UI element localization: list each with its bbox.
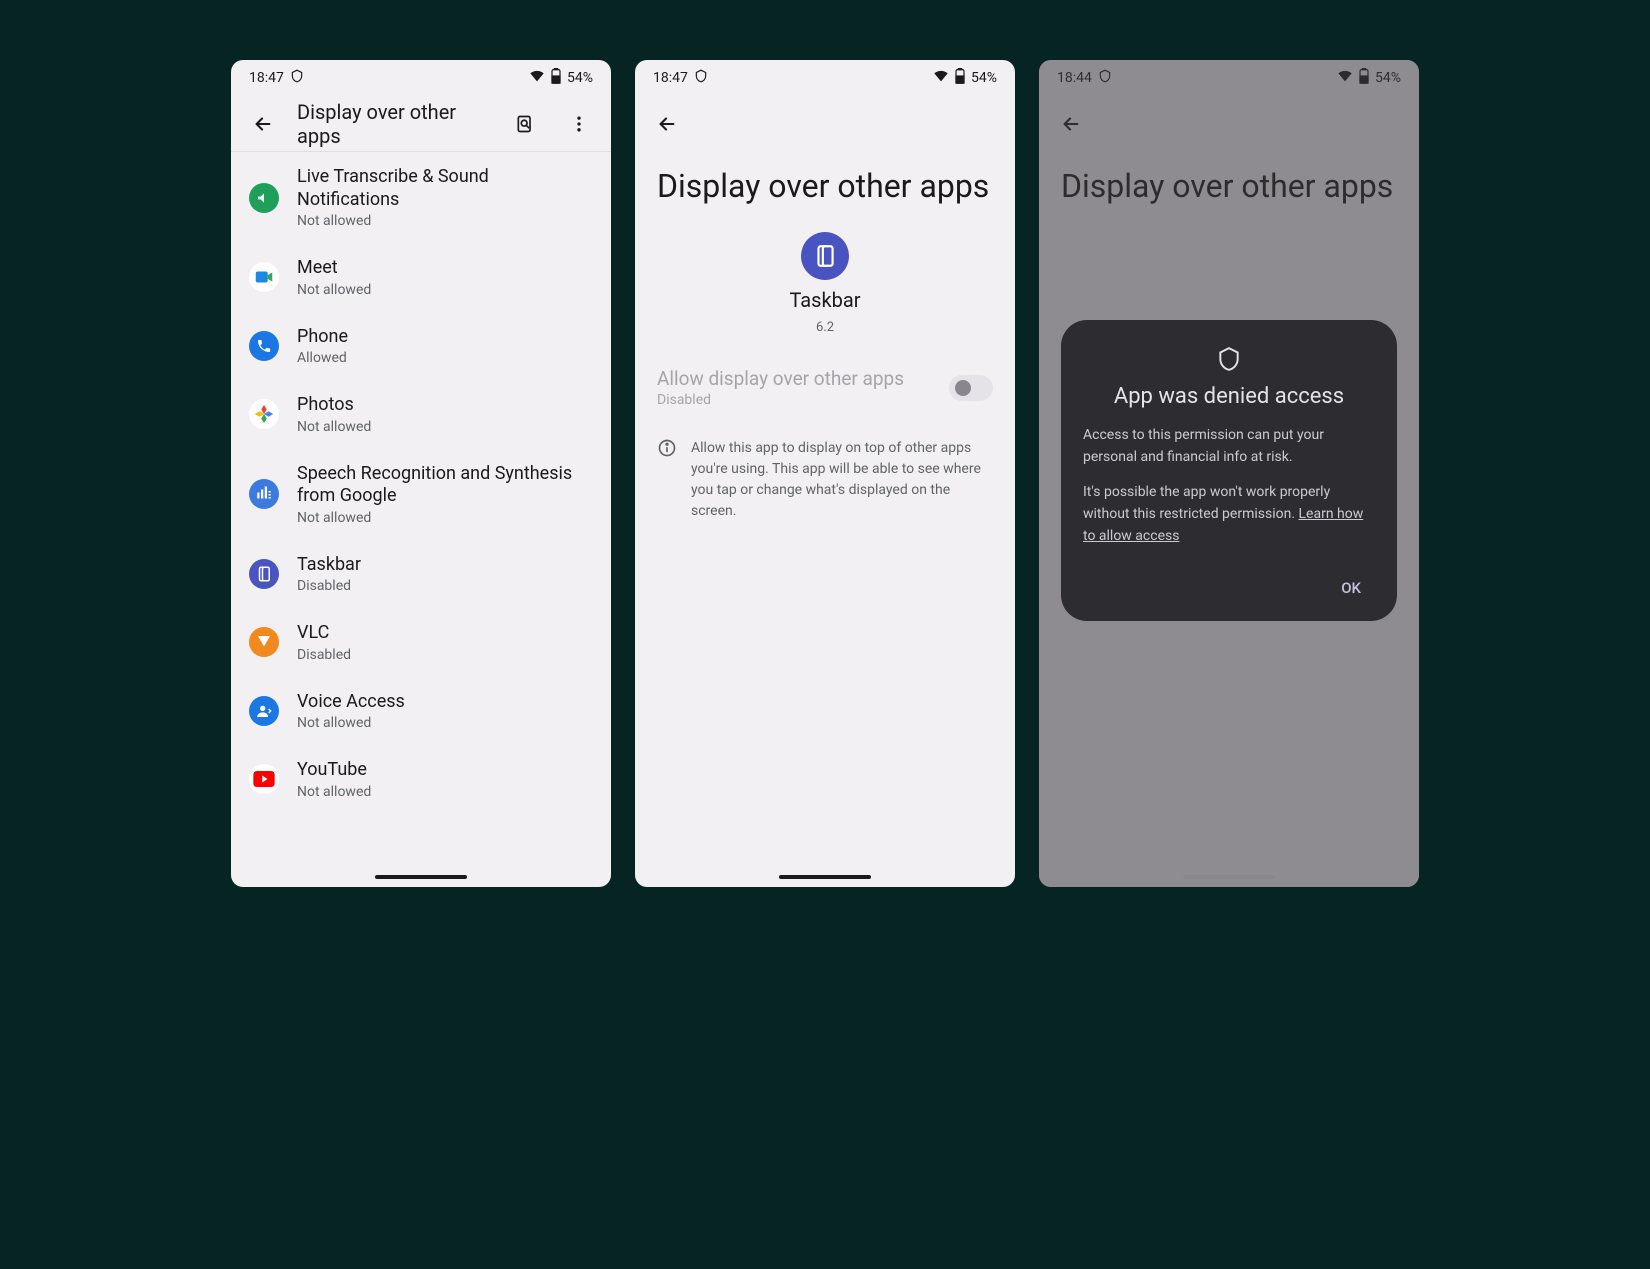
screen-dialog: 18:44 54% Display over other apps App wa… (1039, 60, 1419, 887)
dialog-body-1: Access to this permission can put your p… (1083, 425, 1375, 468)
privacy-shield-icon (1083, 346, 1375, 372)
app-list[interactable]: Live Transcribe & Sound Notifications No… (231, 152, 611, 887)
status-bar: 18:47 54% (635, 60, 1015, 96)
page-title: Display over other apps (1039, 152, 1419, 232)
dialog-body-2-text: It's possible the app won't work properl… (1083, 484, 1330, 522)
back-button[interactable] (647, 104, 687, 144)
search-button[interactable] (505, 104, 545, 144)
app-name-label: YouTube (297, 759, 593, 782)
app-status-label: Allowed (297, 350, 593, 366)
app-icon (249, 262, 279, 292)
app-status-label: Not allowed (297, 510, 593, 526)
app-status-label: Not allowed (297, 715, 593, 731)
toggle-status: Disabled (657, 392, 949, 408)
app-icon (249, 559, 279, 589)
screen-app-detail: 18:47 54% Display over other apps Taskba… (635, 60, 1015, 887)
battery-percent: 54% (971, 70, 997, 86)
status-time: 18:44 (1057, 70, 1092, 86)
nav-indicator (779, 875, 871, 879)
app-status-label: Not allowed (297, 784, 593, 800)
status-time: 18:47 (249, 70, 284, 86)
app-name: Taskbar (789, 288, 860, 312)
screen-app-list: 18:47 54% Display over other apps (231, 60, 611, 887)
ok-button[interactable]: OK (1327, 569, 1375, 607)
app-bar (1039, 96, 1419, 152)
app-row[interactable]: Phone Allowed (231, 312, 611, 381)
app-row[interactable]: Speech Recognition and Synthesis from Go… (231, 449, 611, 540)
app-name-label: Live Transcribe & Sound Notifications (297, 166, 593, 211)
app-row[interactable]: Taskbar Disabled (231, 540, 611, 609)
back-button[interactable] (243, 104, 283, 144)
status-time: 18:47 (653, 70, 688, 86)
back-button[interactable] (1051, 104, 1091, 144)
battery-percent: 54% (567, 70, 593, 86)
shield-icon (1098, 69, 1112, 87)
app-row[interactable]: VLC Disabled (231, 608, 611, 677)
status-bar: 18:47 54% (231, 60, 611, 96)
battery-icon (1359, 68, 1369, 88)
app-name-label: Voice Access (297, 691, 593, 714)
app-status-label: Not allowed (297, 419, 593, 435)
wifi-icon (933, 68, 949, 88)
app-header: Taskbar 6.2 (635, 232, 1015, 355)
app-name-label: Photos (297, 394, 593, 417)
app-bar: Display over other apps (231, 96, 611, 152)
wifi-icon (529, 68, 545, 88)
dialog-body-2: It's possible the app won't work properl… (1083, 482, 1375, 547)
dialog-title: App was denied access (1083, 384, 1375, 409)
app-row[interactable]: Meet Not allowed (231, 243, 611, 312)
app-bar (635, 96, 1015, 152)
overflow-button[interactable] (559, 104, 599, 144)
app-name-label: VLC (297, 622, 593, 645)
app-name-label: Speech Recognition and Synthesis from Go… (297, 463, 593, 508)
app-name-label: Meet (297, 257, 593, 280)
info-text: Allow this app to display on top of othe… (691, 438, 993, 522)
app-row[interactable]: Voice Access Not allowed (231, 677, 611, 746)
toggle-switch[interactable] (949, 375, 993, 401)
app-icon (249, 331, 279, 361)
shield-icon (694, 69, 708, 87)
app-status-label: Disabled (297, 578, 593, 594)
app-version: 6.2 (816, 320, 834, 335)
status-bar: 18:44 54% (1039, 60, 1419, 96)
app-icon (249, 627, 279, 657)
app-row[interactable]: Live Transcribe & Sound Notifications No… (231, 152, 611, 243)
app-icon (249, 479, 279, 509)
app-icon (249, 399, 279, 429)
app-row[interactable]: YouTube Not allowed (231, 745, 611, 814)
app-name-label: Taskbar (297, 554, 593, 577)
page-title: Display over other apps (297, 100, 491, 148)
battery-percent: 54% (1375, 70, 1401, 86)
app-row[interactable]: Photos Not allowed (231, 380, 611, 449)
toggle-title: Allow display over other apps (657, 367, 949, 390)
taskbar-app-icon (801, 232, 849, 280)
wifi-icon (1337, 68, 1353, 88)
app-status-label: Not allowed (297, 282, 593, 298)
page-title: Display over other apps (635, 152, 1015, 232)
battery-icon (551, 68, 561, 88)
info-row: Allow this app to display on top of othe… (635, 420, 1015, 540)
denied-dialog: App was denied access Access to this per… (1061, 320, 1397, 621)
shield-icon (290, 69, 304, 87)
app-icon (249, 183, 279, 213)
info-icon (657, 438, 677, 462)
permission-toggle-row[interactable]: Allow display over other apps Disabled (635, 355, 1015, 420)
nav-indicator (1183, 875, 1275, 879)
nav-indicator (375, 875, 467, 879)
app-status-label: Disabled (297, 647, 593, 663)
app-name-label: Phone (297, 326, 593, 349)
app-status-label: Not allowed (297, 213, 593, 229)
battery-icon (955, 68, 965, 88)
app-icon (249, 764, 279, 794)
app-icon (249, 696, 279, 726)
